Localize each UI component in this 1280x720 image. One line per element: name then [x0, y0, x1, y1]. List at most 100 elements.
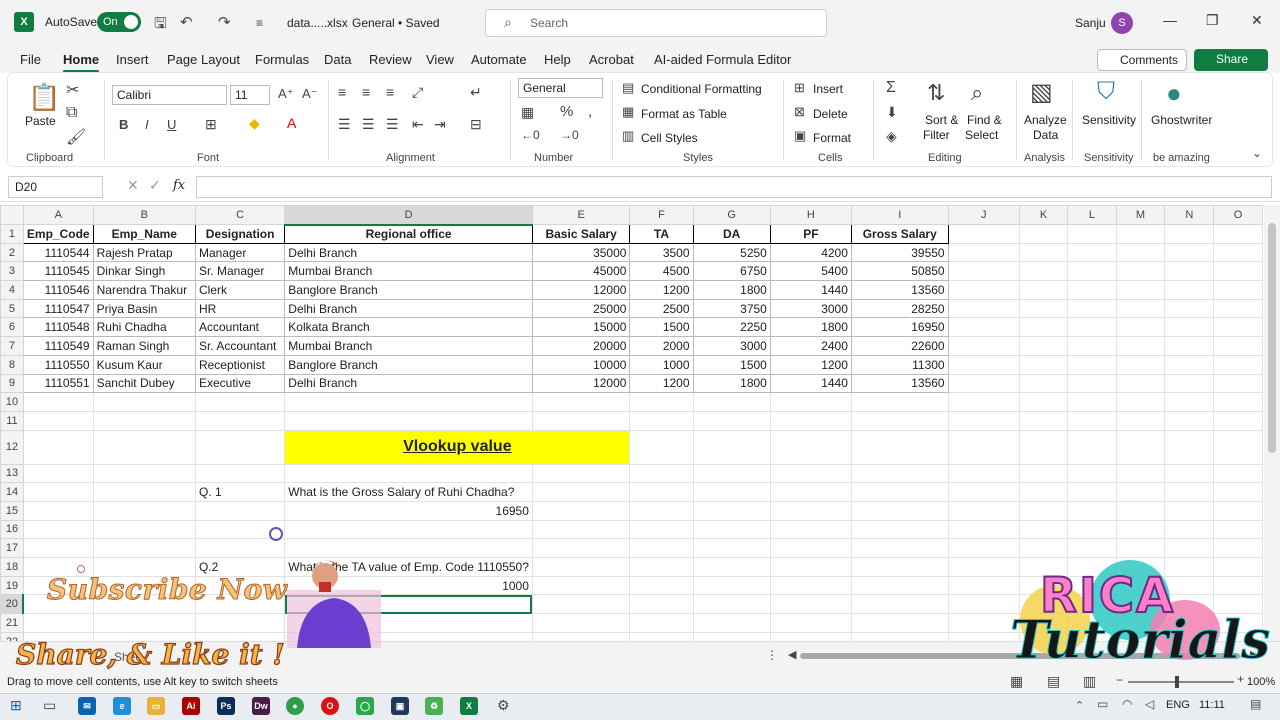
column-header[interactable]: A: [22, 205, 94, 225]
paste-label[interactable]: Paste: [25, 114, 56, 128]
cell[interactable]: [1115, 519, 1166, 540]
notifications-icon[interactable]: ▤: [1250, 697, 1261, 711]
column-header[interactable]: G: [692, 205, 771, 225]
cell[interactable]: [692, 519, 771, 540]
avatar[interactable]: S: [1111, 12, 1133, 34]
cell[interactable]: [92, 482, 196, 502]
cell[interactable]: [692, 594, 771, 615]
more-options-icon[interactable]: ⋮: [766, 648, 778, 662]
cell[interactable]: [1067, 500, 1117, 521]
column-header[interactable]: B: [92, 205, 196, 225]
ghostwriter-icon[interactable]: ●: [1166, 78, 1182, 109]
merge-center-icon[interactable]: ⊟: [470, 116, 482, 133]
cell[interactable]: [1115, 392, 1166, 412]
cell[interactable]: [1067, 261, 1117, 282]
increase-indent-icon[interactable]: ⇥: [434, 116, 446, 133]
zoom-level[interactable]: 100%: [1247, 676, 1275, 688]
decrease-decimal-icon[interactable]: →0: [560, 128, 579, 142]
cell[interactable]: [1067, 463, 1117, 484]
data-cell[interactable]: 25000: [531, 298, 631, 319]
column-header[interactable]: H: [769, 205, 852, 225]
cell[interactable]: [1213, 261, 1263, 282]
header-cell[interactable]: DA: [692, 224, 771, 244]
cell[interactable]: [947, 429, 1020, 465]
cell[interactable]: [1067, 429, 1117, 465]
cell[interactable]: [850, 463, 949, 484]
data-cell[interactable]: Banglore Branch: [284, 280, 533, 300]
data-cell[interactable]: 1500: [629, 317, 694, 338]
file-explorer-icon[interactable]: ▭: [147, 697, 165, 715]
data-cell[interactable]: 22600: [850, 336, 949, 356]
cell[interactable]: [1115, 410, 1166, 431]
cell[interactable]: [1164, 224, 1215, 244]
cell[interactable]: [1018, 410, 1069, 431]
cell[interactable]: [531, 557, 631, 577]
cell[interactable]: [947, 631, 1020, 641]
row-header[interactable]: 21: [0, 613, 24, 633]
data-cell[interactable]: 15000: [531, 317, 631, 338]
cell[interactable]: [1213, 410, 1263, 431]
sort-filter-label-1[interactable]: Sort &: [925, 113, 958, 127]
cell[interactable]: [531, 482, 631, 502]
data-cell[interactable]: Kusum Kaur: [92, 354, 196, 375]
cell[interactable]: [531, 594, 631, 615]
data-cell[interactable]: 35000: [531, 242, 631, 263]
tab-insert[interactable]: Insert: [116, 52, 149, 67]
row-header[interactable]: 14: [0, 482, 24, 502]
tab-view[interactable]: View: [426, 52, 454, 67]
cell[interactable]: [1213, 280, 1263, 300]
cell[interactable]: [692, 429, 771, 465]
cell[interactable]: [1213, 224, 1263, 244]
column-header[interactable]: F: [629, 205, 694, 225]
cell[interactable]: [1164, 242, 1215, 263]
find-select-label-2[interactable]: Select: [965, 128, 998, 142]
cell[interactable]: [1018, 519, 1069, 540]
delete-cells-button[interactable]: Delete: [813, 107, 848, 121]
accounting-format-icon[interactable]: ▦: [521, 104, 534, 121]
comma-style-icon[interactable]: ,: [588, 103, 592, 120]
cell[interactable]: [1115, 317, 1166, 338]
cell[interactable]: [850, 538, 949, 558]
column-header[interactable]: J: [947, 205, 1020, 225]
column-header[interactable]: L: [1067, 205, 1117, 225]
cell[interactable]: [1213, 557, 1263, 577]
cell[interactable]: [629, 538, 694, 558]
cell[interactable]: [92, 500, 196, 521]
header-cell[interactable]: Gross Salary: [850, 224, 949, 244]
cell[interactable]: [1115, 336, 1166, 356]
tab-automate[interactable]: Automate: [471, 52, 527, 67]
row-header[interactable]: 13: [0, 463, 24, 484]
cell[interactable]: [850, 631, 949, 641]
cell[interactable]: [1018, 538, 1069, 558]
cell[interactable]: [531, 519, 631, 540]
mail-app-icon[interactable]: ✉: [78, 697, 96, 715]
cell[interactable]: [692, 631, 771, 641]
sensitivity-icon[interactable]: ⛉: [1097, 78, 1115, 106]
cell[interactable]: [1067, 317, 1117, 338]
data-cell[interactable]: 1800: [692, 280, 771, 300]
cell[interactable]: [1018, 500, 1069, 521]
cell[interactable]: [22, 519, 94, 540]
cancel-entry-icon[interactable]: ✕: [127, 177, 139, 194]
cell[interactable]: [531, 500, 631, 521]
borders-icon[interactable]: ⊞: [205, 116, 217, 133]
data-cell[interactable]: Delhi Branch: [284, 373, 533, 394]
cell[interactable]: [22, 482, 94, 502]
data-cell[interactable]: Ruhi Chadha: [92, 317, 196, 338]
cell[interactable]: [1067, 410, 1117, 431]
cell[interactable]: [1213, 317, 1263, 338]
cell[interactable]: [1213, 575, 1263, 596]
cell[interactable]: [1164, 410, 1215, 431]
cell[interactable]: [1018, 482, 1069, 502]
cell[interactable]: [1115, 482, 1166, 502]
data-cell[interactable]: Mumbai Branch: [284, 336, 533, 356]
cell[interactable]: [692, 500, 771, 521]
data-cell[interactable]: 1440: [769, 280, 852, 300]
cell[interactable]: [194, 538, 286, 558]
data-cell[interactable]: 2000: [629, 336, 694, 356]
cell[interactable]: [1164, 280, 1215, 300]
column-header[interactable]: M: [1115, 205, 1166, 225]
cell[interactable]: [531, 410, 631, 431]
question-label[interactable]: Q. 1: [194, 482, 286, 502]
wifi-icon[interactable]: ◠: [1122, 697, 1132, 711]
